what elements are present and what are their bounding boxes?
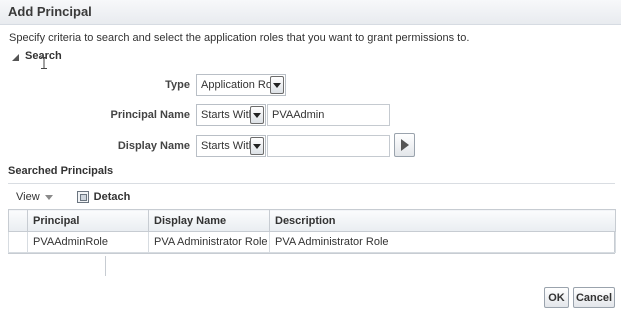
detach-button[interactable]: Detach bbox=[76, 191, 131, 203]
row-selector-cell[interactable] bbox=[8, 231, 28, 253]
instructions-text: Specify criteria to search and select th… bbox=[9, 32, 470, 44]
searched-principals-title: Searched Principals bbox=[8, 165, 114, 177]
section-divider bbox=[8, 183, 615, 184]
detach-icon bbox=[76, 191, 89, 203]
search-go-button[interactable] bbox=[394, 133, 415, 157]
triangle-down-icon bbox=[12, 53, 19, 61]
view-menu-label: View bbox=[16, 191, 40, 203]
principal-name-operator-value: Starts With bbox=[201, 109, 255, 121]
chevron-down-icon bbox=[44, 195, 53, 200]
display-name-operator-select[interactable]: Starts With bbox=[196, 135, 266, 157]
dialog-title: Add Principal bbox=[8, 4, 92, 19]
column-header-description[interactable]: Description bbox=[269, 209, 616, 232]
cell-principal: PVAAdminRole bbox=[27, 231, 149, 253]
type-select-value: Application Role bbox=[201, 79, 281, 91]
chevron-down-icon[interactable] bbox=[270, 76, 284, 94]
results-toolbar: View Detach bbox=[16, 191, 130, 203]
principal-name-label: Principal Name bbox=[110, 109, 190, 121]
play-icon bbox=[400, 139, 409, 151]
column-header-display-name[interactable]: Display Name bbox=[148, 209, 270, 232]
view-menu[interactable]: View bbox=[16, 191, 53, 203]
principal-name-input[interactable]: PVAAdmin bbox=[267, 104, 390, 126]
add-principal-dialog: Add Principal Specify criteria to search… bbox=[0, 0, 621, 312]
chevron-down-icon[interactable] bbox=[250, 106, 264, 124]
cell-display-name: PVA Administrator Role bbox=[148, 231, 270, 253]
text-cursor-icon bbox=[41, 57, 47, 69]
type-select[interactable]: Application Role bbox=[196, 74, 286, 96]
ok-button[interactable]: OK bbox=[544, 287, 569, 308]
column-resize-divider bbox=[105, 256, 106, 276]
row-selector-header bbox=[8, 209, 28, 232]
detach-label: Detach bbox=[93, 191, 131, 203]
display-name-operator-value: Starts With bbox=[201, 140, 255, 152]
principal-name-operator-select[interactable]: Starts With bbox=[196, 104, 266, 126]
search-section-toggle[interactable]: Search bbox=[12, 50, 62, 62]
chevron-down-icon[interactable] bbox=[250, 137, 264, 155]
dialog-titlebar: Add Principal bbox=[0, 0, 621, 25]
type-label: Type bbox=[165, 79, 190, 91]
display-name-input[interactable] bbox=[267, 135, 390, 157]
table-row[interactable]: PVAAdminRole PVA Administrator Role PVA … bbox=[8, 231, 616, 253]
table-header-row: Principal Display Name Description bbox=[8, 209, 616, 232]
cell-description: PVA Administrator Role bbox=[269, 231, 616, 253]
column-header-principal[interactable]: Principal bbox=[27, 209, 149, 232]
cancel-button[interactable]: Cancel bbox=[573, 287, 615, 308]
principals-table: Principal Display Name Description PVAAd… bbox=[8, 209, 616, 254]
display-name-label: Display Name bbox=[117, 140, 190, 152]
